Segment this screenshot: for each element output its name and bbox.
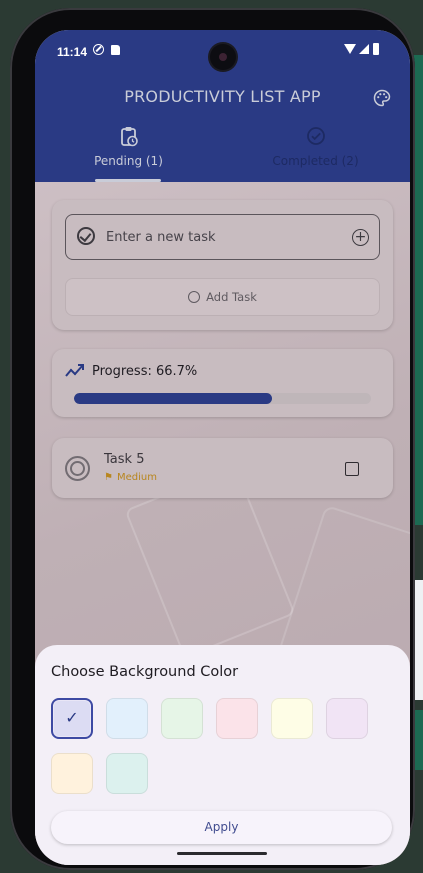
tab-completed[interactable]: Completed (2)	[222, 126, 409, 168]
color-swatch[interactable]	[51, 753, 93, 794]
progress-bar	[74, 393, 371, 404]
check-circle-icon	[77, 227, 95, 245]
add-circle-icon[interactable]: +	[352, 229, 369, 246]
front-camera	[210, 44, 236, 70]
phone-frame: 11:14 PRODUCTIVITY LIST APP Pending (1)	[10, 8, 415, 870]
task-title: Task 5	[104, 452, 145, 467]
status-time: 11:14	[57, 45, 88, 59]
status-bar: 11:14	[35, 30, 410, 74]
color-swatch[interactable]: ✓	[51, 698, 93, 739]
app-screen: 11:14 PRODUCTIVITY LIST APP Pending (1)	[35, 30, 410, 865]
task-status-icon[interactable]	[65, 456, 90, 481]
progress-label: Progress: 66.7%	[92, 364, 198, 379]
trending-up-icon	[65, 363, 85, 383]
color-swatch[interactable]	[271, 698, 313, 739]
add-task-label: Add Task	[206, 290, 257, 304]
task-priority-label: Medium	[116, 472, 157, 483]
color-swatch[interactable]	[326, 698, 368, 739]
add-task-button[interactable]: Add Task	[65, 278, 380, 316]
new-task-card: + Add Task	[52, 200, 393, 330]
task-input[interactable]	[106, 215, 341, 259]
check-icon: ✓	[65, 708, 79, 727]
background-color-sheet: Choose Background Color ✓ Apply	[35, 645, 410, 865]
wifi-icon	[344, 44, 356, 54]
tab-completed-label: Completed (2)	[272, 154, 359, 168]
task-complete-checkbox[interactable]	[345, 462, 359, 476]
battery-icon	[373, 43, 379, 55]
clipboard-clock-icon	[35, 126, 222, 150]
sd-card-icon	[111, 45, 120, 55]
home-indicator	[177, 852, 267, 855]
app-bar: 11:14 PRODUCTIVITY LIST APP Pending (1)	[35, 30, 410, 182]
progress-card: Progress: 66.7%	[52, 349, 393, 417]
color-swatch[interactable]	[106, 753, 148, 794]
cell-signal-icon	[359, 44, 369, 54]
apply-button[interactable]: Apply	[51, 811, 392, 844]
color-swatch[interactable]	[106, 698, 148, 739]
color-swatch[interactable]	[161, 698, 203, 739]
color-swatch[interactable]	[216, 698, 258, 739]
sheet-title: Choose Background Color	[51, 664, 239, 680]
task-priority: ⚑ Medium	[104, 472, 157, 483]
palette-icon[interactable]	[371, 88, 393, 110]
progress-bar-fill	[74, 393, 273, 404]
do-not-disturb-icon	[93, 44, 104, 55]
app-title: PRODUCTIVITY LIST APP	[124, 87, 321, 106]
flag-icon: ⚑	[104, 472, 113, 483]
task-input-field[interactable]: +	[65, 214, 380, 260]
check-circle-icon	[222, 126, 409, 150]
task-card[interactable]: Task 5 ⚑ Medium	[52, 438, 393, 498]
add-task-icon	[188, 291, 201, 303]
tab-pending-label: Pending (1)	[94, 154, 163, 168]
tab-pending[interactable]: Pending (1)	[35, 126, 222, 168]
